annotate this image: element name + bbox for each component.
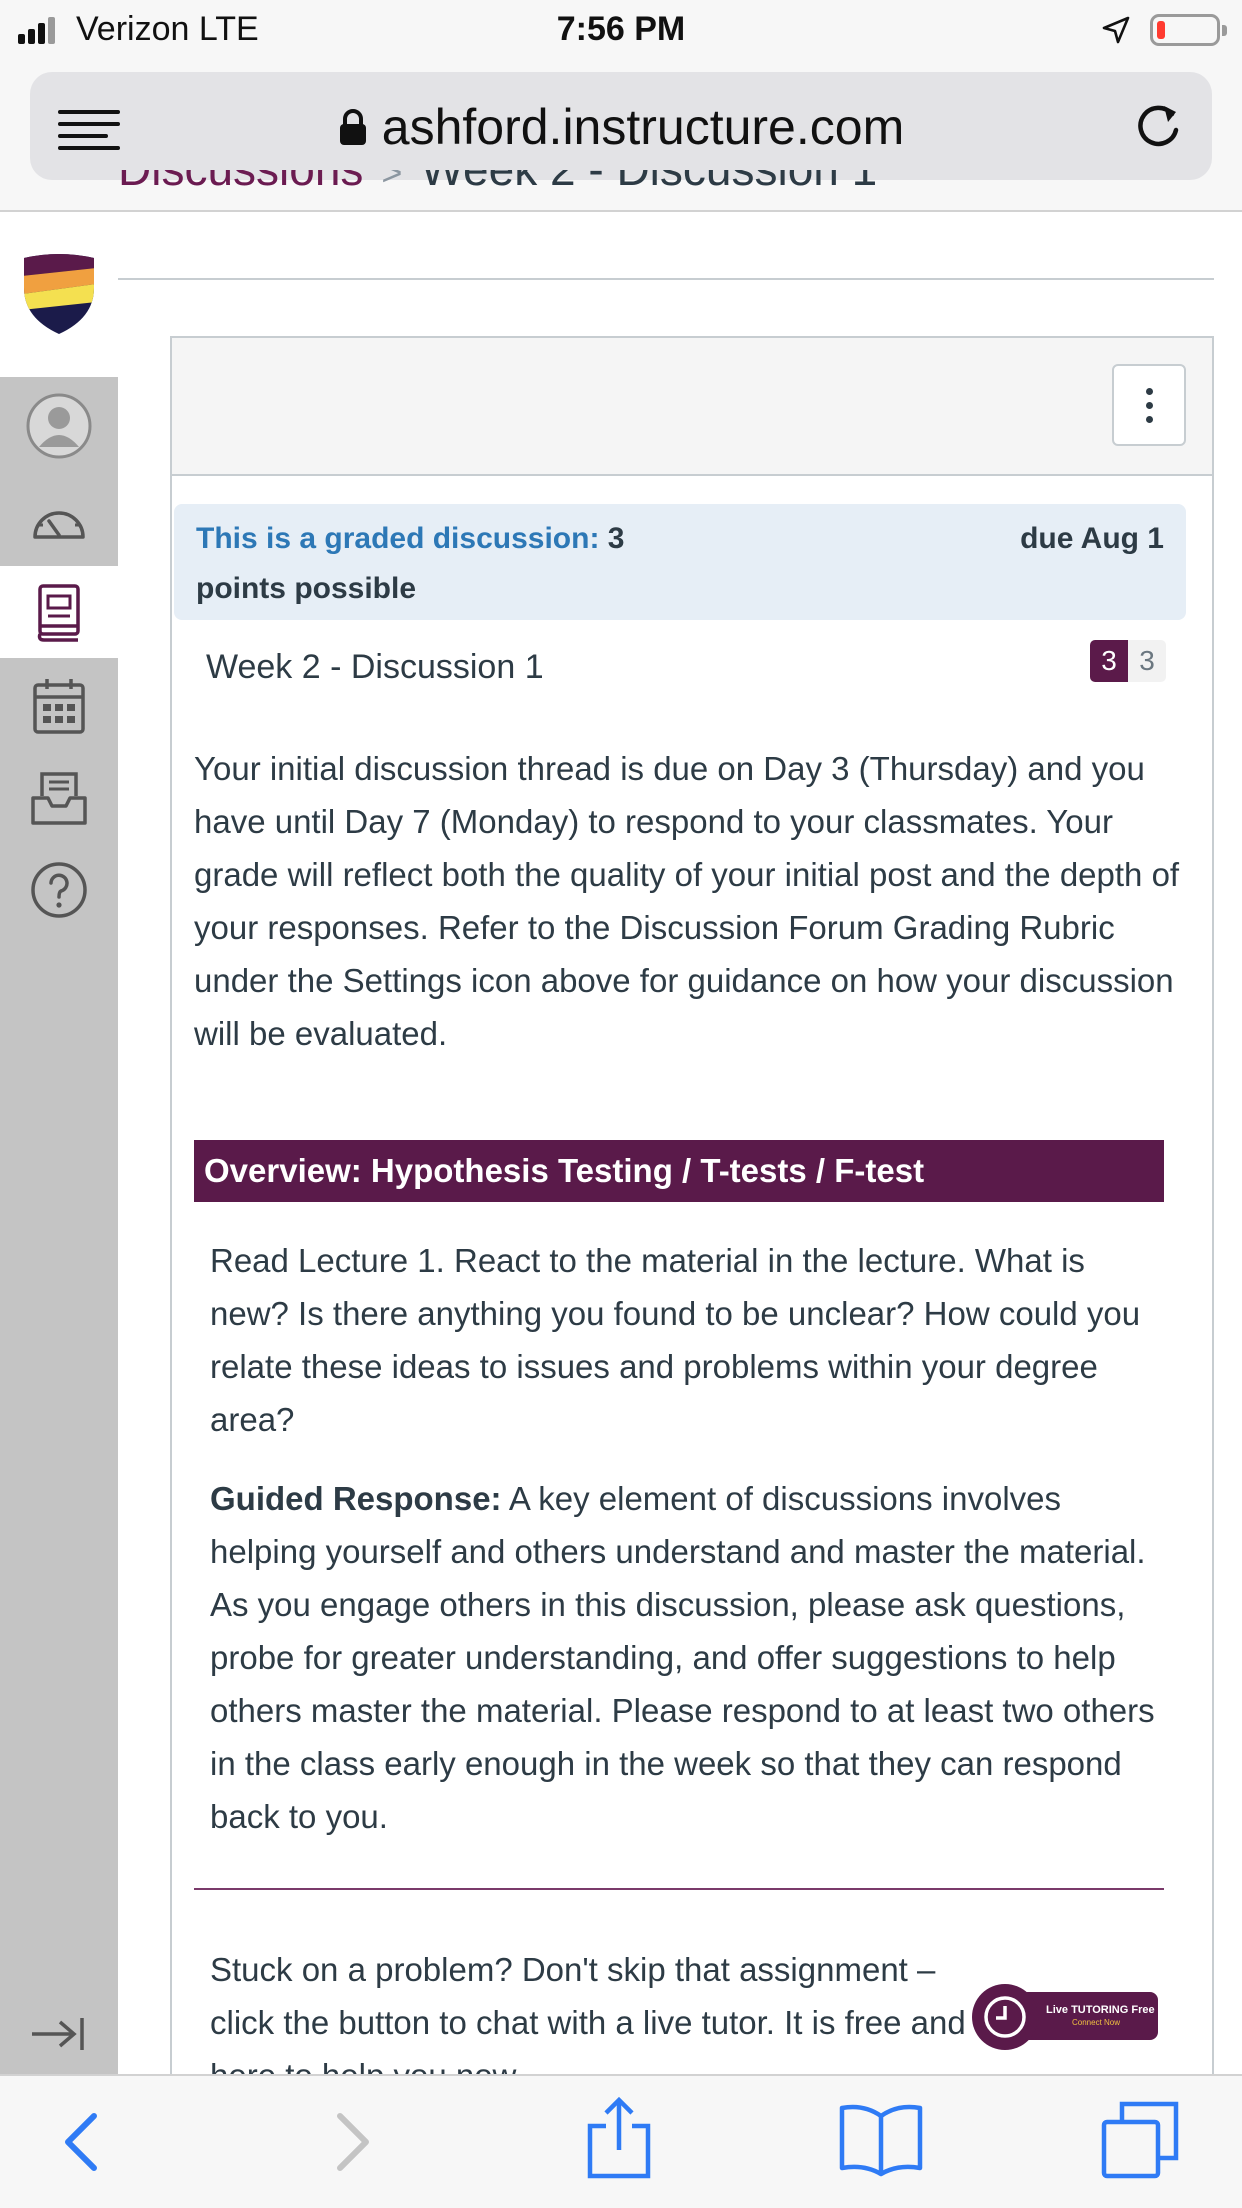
breadcrumb-current: Week 2 - Discussion 1	[420, 170, 877, 195]
battery-icon	[1150, 14, 1227, 46]
status-time: 7:56 PM	[556, 10, 686, 48]
sidebar-item-courses[interactable]	[0, 566, 118, 658]
sidebar-item-help[interactable]	[0, 844, 118, 936]
inbox-tray-icon	[31, 772, 87, 825]
discussion-header	[172, 338, 1212, 476]
tabs-icon[interactable]	[1100, 2100, 1180, 2180]
forward-icon[interactable]	[330, 2106, 376, 2178]
tutor-button-label: Live TUTORING Free	[1046, 2004, 1155, 2016]
breadcrumb: Discussions > Week 2 - Discussion 1	[118, 170, 1218, 212]
discussion-intro: Your initial discussion thread is due on…	[194, 750, 1180, 1052]
shield-logo-icon	[24, 254, 94, 334]
global-nav-sidebar	[0, 212, 118, 2074]
breadcrumb-separator: >	[381, 170, 403, 193]
graded-discussion-notice: This is a graded discussion: 3 points po…	[174, 504, 1186, 620]
back-icon[interactable]	[58, 2106, 104, 2178]
graded-label: This is a graded discussion:	[196, 522, 600, 555]
unread-count: 3	[1090, 640, 1128, 682]
sidebar-item-account[interactable]	[0, 380, 118, 472]
lecture-prompt: Read Lecture 1. React to the material in…	[210, 1242, 1141, 1438]
discussion-panel: This is a graded discussion: 3 points po…	[170, 336, 1214, 2136]
breadcrumb-discussions-link[interactable]: Discussions	[118, 170, 363, 195]
live-tutoring-button[interactable]: Live TUTORING Free Connect Now	[972, 1984, 1158, 2050]
lock-icon	[339, 108, 366, 145]
school-logo[interactable]	[0, 212, 118, 377]
overview-heading: Overview: Hypothesis Testing / T-tests /…	[194, 1140, 1164, 1202]
sidebar-item-inbox[interactable]	[0, 752, 118, 844]
breadcrumb-divider	[118, 278, 1214, 280]
address-bar[interactable]: ashford.instructure.com	[30, 72, 1212, 180]
discussion-title: Week 2 - Discussion 1	[206, 648, 544, 686]
sidebar-item-dashboard[interactable]	[0, 474, 118, 566]
tutor-prompt: Stuck on a problem? Don't skip that assi…	[210, 1951, 966, 2079]
section-divider	[194, 1888, 1164, 1890]
calendar-icon	[33, 679, 85, 734]
bookmarks-icon[interactable]	[838, 2102, 924, 2178]
share-icon[interactable]	[584, 2096, 654, 2180]
courses-book-icon	[37, 584, 80, 642]
browser-toolbar	[0, 2074, 1242, 2208]
user-avatar-icon	[26, 393, 92, 459]
guided-response-label: Guided Response:	[210, 1480, 502, 1517]
url-text: ashford.instructure.com	[381, 99, 905, 155]
total-count: 3	[1128, 640, 1166, 682]
points-possible-label: points possible	[196, 572, 417, 605]
status-bar: Verizon LTE 7:56 PM	[0, 0, 1242, 62]
due-date: due Aug 1	[1020, 522, 1164, 555]
points-value: 3	[607, 522, 625, 555]
clock-icon	[972, 1984, 1038, 2050]
location-arrow-icon	[1102, 16, 1130, 44]
reload-icon[interactable]	[1132, 100, 1184, 152]
guided-response: Guided Response: A key element of discus…	[210, 1472, 1165, 1843]
collapse-nav-icon[interactable]	[30, 2014, 86, 2054]
sidebar-item-calendar[interactable]	[0, 660, 118, 752]
reply-count-badge[interactable]: 3 3	[1090, 640, 1166, 682]
dashboard-gauge-icon	[33, 511, 85, 539]
help-question-icon	[31, 862, 87, 918]
tutor-button-sublabel: Connect Now	[1072, 2018, 1121, 2027]
guided-response-text: A key element of discussions involves he…	[210, 1480, 1155, 1835]
settings-menu-button[interactable]	[1112, 364, 1186, 446]
